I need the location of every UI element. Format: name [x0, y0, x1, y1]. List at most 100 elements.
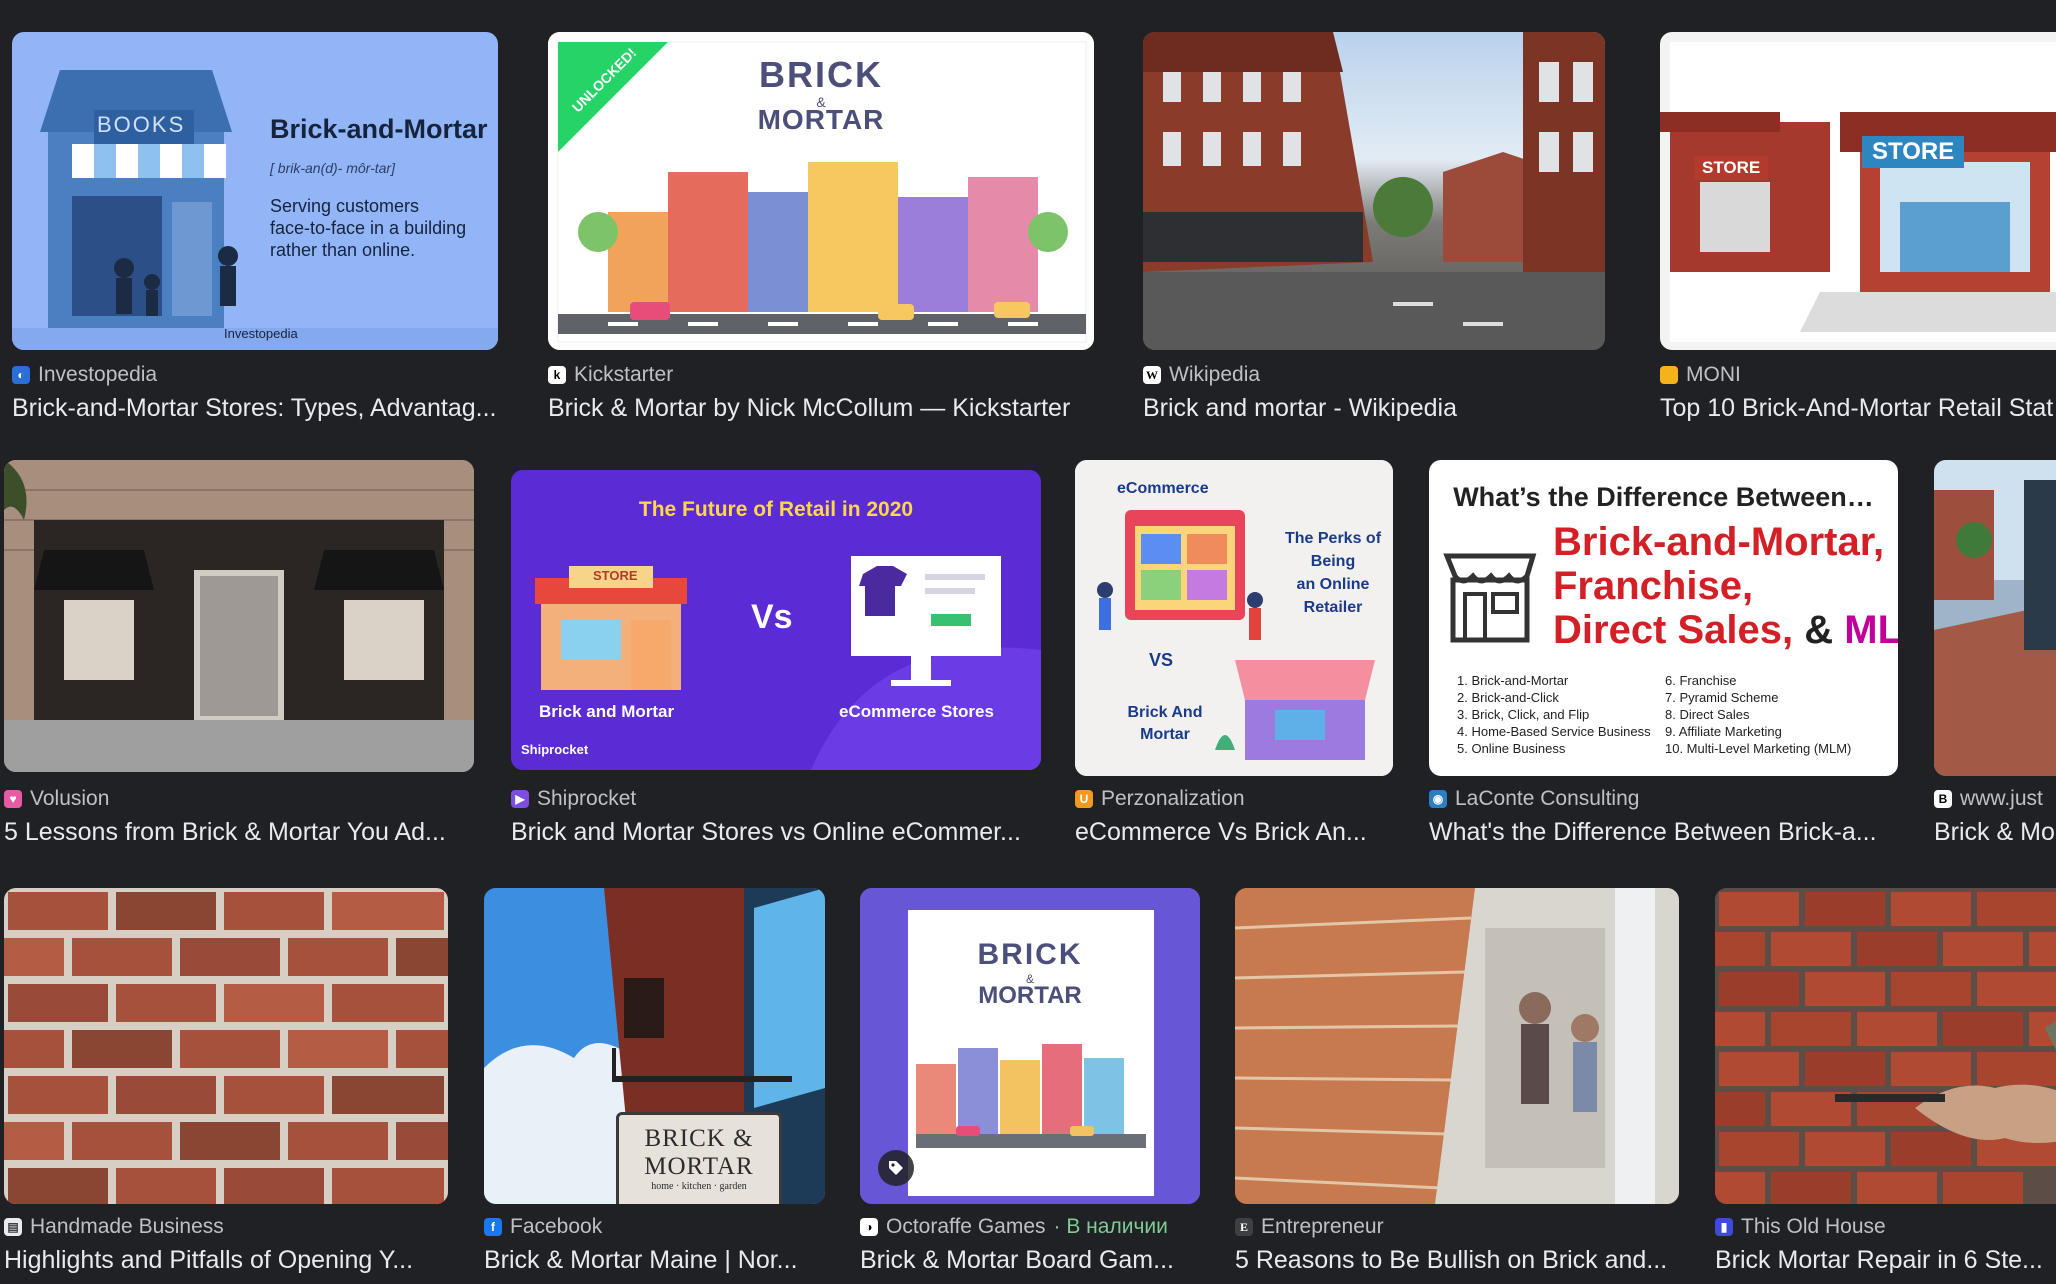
store-label: STORE — [593, 568, 638, 583]
brick-wall-photo — [4, 888, 448, 1204]
result-title[interactable]: Top 10 Brick-And-Mortar Retail Stat — [1660, 394, 2056, 423]
result-source[interactable]: ▤ Handmade Business — [4, 1214, 458, 1240]
list-item: 9. Affiliate Marketing — [1665, 724, 1782, 739]
source-name: Wikipedia — [1169, 363, 1261, 386]
moni-favicon-icon — [1660, 366, 1678, 384]
result-source[interactable]: E Entrepreneur — [1235, 1214, 1689, 1240]
brand-bottom: MORTAR — [757, 104, 885, 135]
result-title[interactable]: Brick Mortar Repair in 6 Ste... — [1715, 1246, 2056, 1275]
storefront-photo — [4, 460, 474, 772]
result-thumbnail[interactable]: The Future of Retail in 2020 STORE Vs Br… — [511, 470, 1041, 770]
thumb-bottom-1: Brick And — [1127, 704, 1203, 721]
sign-board: BRICK & MORTAR home · kitchen · garden — [616, 1112, 782, 1204]
shiprocket-favicon-icon: ▶ — [511, 790, 529, 808]
thumb-heading: Brick-and-Mortar — [270, 114, 488, 144]
result-thumbnail[interactable] — [1934, 460, 2056, 776]
investopedia-illustration — [12, 70, 498, 350]
result-title[interactable]: Brick and Mortar Stores vs Online eComme… — [511, 818, 1051, 847]
thumb-top-label: eCommerce — [1117, 480, 1209, 497]
result-thumbnail[interactable] — [1715, 888, 2056, 1204]
thumb-definition-1: Serving customers — [270, 196, 420, 216]
list-item: 7. Pyramid Scheme — [1665, 690, 1779, 705]
thumb-bottom-2: Mortar — [1140, 726, 1190, 743]
result-title[interactable]: What's the Difference Between Brick-a... — [1429, 818, 1908, 847]
result-source[interactable]: k Kickstarter — [548, 362, 1104, 388]
source-name: Volusion — [30, 787, 110, 810]
result-source[interactable]: ▶ Shiprocket — [511, 786, 1051, 812]
list-item: 6. Franchise — [1665, 673, 1737, 688]
result-thumbnail[interactable] — [4, 460, 474, 772]
result-thumbnail[interactable]: UNLOCKED! BRICK & MORTAR — [548, 32, 1094, 350]
source-name: www.just — [1960, 787, 2043, 810]
result-source[interactable]: U Perzonalization — [1075, 786, 1403, 812]
result-thumbnail[interactable] — [1235, 888, 1679, 1204]
result-thumbnail[interactable]: BRICK & MORTAR home · kitchen · garden — [484, 888, 825, 1204]
availability-label: · В наличии — [1053, 1215, 1168, 1238]
store-sign-text: BOOKS — [97, 112, 186, 137]
brand-top: BRICK — [759, 54, 883, 95]
result-thumbnail[interactable] — [1143, 32, 1605, 350]
result-source[interactable]: ◐ Investopedia — [12, 362, 508, 388]
left-caption: Brick and Mortar — [539, 702, 675, 721]
box-brand-bottom: MORTAR — [978, 982, 1082, 1009]
result-source[interactable]: ▮ This Old House — [1715, 1214, 2056, 1240]
thumb-line-3a: Direct Sales, — [1553, 608, 1794, 652]
thumb-line-3b: & — [1793, 608, 1845, 652]
thumb-logo: Investopedia — [224, 326, 298, 341]
thumb-right-4: Retailer — [1303, 599, 1363, 616]
result-title[interactable]: Brick-and-Mortar Stores: Types, Advantag… — [12, 394, 498, 423]
source-name: Entrepreneur — [1261, 1215, 1384, 1238]
box-brand-top: BRICK — [977, 938, 1083, 971]
result-title[interactable]: Brick & Mortar by Nick McCollum — Kickst… — [548, 394, 1104, 423]
result-source[interactable]: f Facebook — [484, 1214, 835, 1240]
store-vs-laptop-illustration — [1660, 42, 2056, 342]
result-title[interactable]: Brick & Mo — [1934, 818, 2056, 847]
result-source[interactable]: MONI — [1660, 362, 2056, 388]
thumb-right-2: Being — [1310, 553, 1356, 570]
sign-top: BRICK & — [644, 1125, 754, 1152]
result-thumbnail[interactable] — [4, 888, 448, 1204]
list-item: 1. Brick-and-Mortar — [1457, 673, 1569, 688]
result-title[interactable]: Brick & Mortar Board Gam... — [860, 1246, 1210, 1275]
result-thumbnail[interactable]: BOOKS Brick-and-Mortar [ brik-an(d)- môr… — [12, 32, 498, 350]
result-title[interactable]: 5 Reasons to Be Bullish on Brick and... — [1235, 1246, 1689, 1275]
source-name: Shiprocket — [537, 787, 637, 810]
result-thumbnail[interactable]: What’s the Difference Between… Brick-and… — [1429, 460, 1898, 776]
result-title[interactable]: Brick & Mortar Maine | Nor... — [484, 1246, 835, 1275]
result-source[interactable]: ◑ Octoraffe Games · В наличии — [860, 1214, 1210, 1240]
brick-repair-photo — [1715, 888, 2056, 1204]
result-title[interactable]: Highlights and Pitfalls of Opening Y... — [4, 1246, 458, 1275]
result-title[interactable]: eCommerce Vs Brick An... — [1075, 818, 1403, 847]
result-source[interactable]: B www.just — [1934, 786, 2056, 812]
result-thumbnail[interactable]: BRICK & MORTAR — [860, 888, 1200, 1204]
wikipedia-favicon-icon: W — [1143, 366, 1161, 384]
entrepreneur-favicon-icon: E — [1235, 1218, 1253, 1236]
thumb-line-3c: MLM? — [1844, 608, 1898, 652]
list-item: 2. Brick-and-Click — [1457, 690, 1559, 705]
thumb-line-2: Franchise, — [1553, 564, 1754, 608]
result-title[interactable]: 5 Lessons from Brick & Mortar You Ad... — [4, 818, 484, 847]
sidewalk-photo — [1934, 460, 2056, 776]
facebook-favicon-icon: f — [484, 1218, 502, 1236]
brick-window-photo — [1235, 888, 1679, 1204]
result-thumbnail[interactable]: eCommerce The Perks of Being an Online R… — [1075, 460, 1393, 776]
list-item: 5. Online Business — [1457, 741, 1566, 756]
source-name: This Old House — [1741, 1215, 1886, 1238]
street-photo — [1143, 32, 1605, 350]
result-thumbnail[interactable]: STORE STORE — [1660, 32, 2056, 350]
source-name: Octoraffe Games — [886, 1215, 1046, 1238]
result-source[interactable]: ♥ Volusion — [4, 786, 484, 812]
perzonalization-favicon-icon: U — [1075, 790, 1093, 808]
sign-small: home · kitchen · garden — [651, 1181, 747, 1192]
thumb-line-3: Direct Sales, & MLM? — [1553, 608, 1898, 653]
result-source[interactable]: W Wikipedia — [1143, 362, 1615, 388]
thumb-definition-3: rather than online. — [270, 240, 416, 260]
source-name: Facebook — [510, 1215, 603, 1238]
thumb-definition-2: face-to-face in a building — [270, 218, 467, 238]
thumb-heading: What’s the Difference Between… — [1453, 482, 1874, 512]
investopedia-favicon-icon: ◐ — [12, 366, 30, 384]
source-name: Perzonalization — [1101, 787, 1245, 810]
result-title[interactable]: Brick and mortar - Wikipedia — [1143, 394, 1615, 423]
result-source[interactable]: ◉ LaConte Consulting — [1429, 786, 1908, 812]
thumb-right-1: The Perks of — [1284, 530, 1382, 547]
